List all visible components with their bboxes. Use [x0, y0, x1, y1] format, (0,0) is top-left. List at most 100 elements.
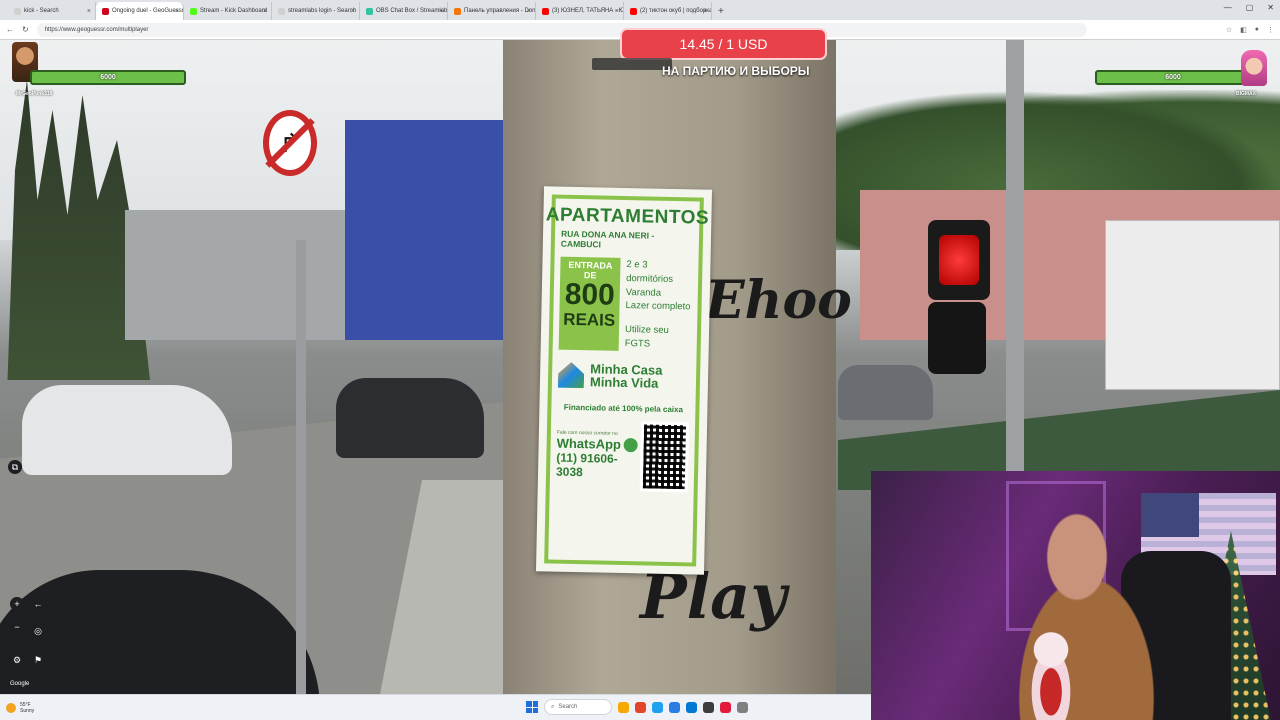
ticker-text: НА ПАРТИЮ И ВЫБОРЫ	[662, 64, 810, 78]
taskbar-app-icon[interactable]	[635, 701, 646, 713]
tab-label: (3) ЮЗНЕЛ, ТАТЬЯНА - ЮНОСТЬ В...	[552, 8, 623, 14]
poster-phone: (11) 91606-3038	[555, 450, 618, 480]
back-arrow-icon[interactable]: ←	[6, 25, 14, 34]
browser-tab[interactable]: Ongoing duel - GeoGuessr ×	[96, 2, 184, 20]
taskbar-app-icon[interactable]	[737, 701, 748, 713]
apartment-poster: APARTAMENTOS RUA DONA ANA NERI - CAMBUCI…	[535, 186, 713, 575]
close-window-button[interactable]: ✕	[1267, 3, 1274, 12]
maximize-button[interactable]: ▢	[1246, 3, 1254, 12]
player-left-name: MrGeoPunk318	[16, 91, 53, 97]
player-left-health: 6000	[30, 70, 186, 85]
star-icon[interactable]: ☆	[1226, 26, 1232, 34]
tab-favicon-icon	[190, 7, 197, 15]
tab-close-icon[interactable]: ×	[439, 8, 443, 15]
health-bar-left: 6000	[30, 70, 186, 85]
poster-feature: Varanda	[625, 286, 662, 299]
poster-fgts: Utilize seu FGTS	[624, 324, 670, 350]
light-pole	[1006, 40, 1024, 480]
minimize-button[interactable]: —	[1224, 3, 1232, 12]
tab-label: (2) тиктон окуб | подборка моих...	[640, 8, 712, 14]
webcam-feed	[871, 471, 1280, 720]
poster-whatsapp: Fale com nosso corretor no WhatsApp (11)…	[556, 430, 641, 481]
layers-icon[interactable]: ⧉	[8, 460, 22, 474]
menu-icon[interactable]: ⋮	[1267, 26, 1274, 34]
browser-tab[interactable]: Stream - Kick Dashboard ×	[184, 2, 272, 20]
tab-list: kick - Search × Ongoing duel - GeoGuessr × S…	[8, 2, 712, 20]
tab-label: streamlabs login - Search	[288, 8, 357, 14]
back-button[interactable]: ←	[31, 597, 45, 611]
poster-title: APARTAMENTOS	[545, 204, 710, 229]
weather-desc: Sunny	[20, 707, 35, 714]
sun-icon	[6, 702, 16, 713]
tab-close-icon[interactable]: ×	[615, 8, 619, 15]
donation-banner: 14.45 / 1 USD	[620, 28, 827, 60]
tab-favicon-icon	[102, 7, 109, 15]
taskbar-app-icon[interactable]	[686, 701, 697, 713]
taskbar-app-icon[interactable]	[652, 701, 663, 713]
tab-close-icon[interactable]: ×	[351, 8, 355, 15]
poster-features: 2 e 3 dormitórios Varanda Lazer completo…	[625, 258, 693, 352]
weather-widget[interactable]: 55°F Sunny	[6, 702, 34, 714]
black-car	[336, 378, 484, 458]
player-right-avatar	[1241, 50, 1267, 86]
search-placeholder: Search	[558, 704, 578, 710]
poster-brand-text: Minha Casa Minha Vida	[590, 361, 663, 391]
house-logo-icon	[558, 362, 585, 389]
tab-favicon-icon	[366, 7, 373, 15]
poster-brand: Minha Casa Minha Vida	[558, 361, 691, 391]
sign-pole	[296, 240, 306, 694]
poster-price-box: ENTRADA DE 800 REAIS	[558, 256, 621, 351]
flag-icon[interactable]: ⚑	[31, 653, 45, 667]
tab-favicon-icon	[454, 7, 461, 15]
zoom-in-button[interactable]: +	[10, 597, 24, 611]
browser-tab[interactable]: (3) ЮЗНЕЛ, ТАТЬЯНА - ЮНОСТЬ В...×	[536, 2, 624, 20]
profile-icon[interactable]: ●	[1255, 26, 1259, 34]
tab-close-icon[interactable]: ×	[527, 8, 531, 15]
taskbar-app-icon[interactable]	[669, 701, 680, 713]
player-right-name: BIGMAX	[1236, 91, 1256, 97]
browser-tab[interactable]: (2) тиктон окуб | подборка моих...×	[624, 2, 712, 20]
tab-close-icon[interactable]: ×	[263, 8, 267, 15]
white-car	[22, 385, 232, 475]
poster-offer: ENTRADA DE 800 REAIS 2 e 3 dormitórios V…	[558, 256, 693, 352]
windows-start-icon[interactable]	[526, 701, 538, 713]
tab-close-icon[interactable]: ×	[87, 8, 91, 15]
poster-currency: REAIS	[563, 309, 616, 330]
plush-toy	[1021, 626, 1081, 720]
tab-close-icon[interactable]: ×	[703, 8, 707, 15]
window-controls: — ▢ ✕	[1224, 3, 1274, 12]
new-tab-button[interactable]: +	[712, 2, 730, 20]
tab-label: Stream - Kick Dashboard	[200, 8, 268, 14]
poster-financing: Financiado até 100% pela caixa	[563, 402, 684, 415]
browser-tab[interactable]: streamlabs login - Search ×	[272, 2, 360, 20]
weather-text: 55°F Sunny	[20, 702, 34, 714]
compass-icon[interactable]: ◎	[31, 624, 45, 638]
whatsapp-icon	[623, 437, 639, 453]
zoom-out-button[interactable]: −	[10, 620, 24, 634]
settings-gear-icon[interactable]: ⚙	[10, 653, 24, 667]
tab-label: kick - Search	[24, 8, 59, 14]
taskbar-search[interactable]: ⌕ Search	[544, 699, 612, 715]
toolbar-icons: ☆ ◧ ● ⋮	[1226, 26, 1274, 34]
tab-close-icon[interactable]: ×	[175, 8, 179, 15]
browser-tab[interactable]: Панель управления - DonationAlerts×	[448, 2, 536, 20]
pedestrian-signal-icon	[928, 220, 990, 300]
blue-building	[345, 120, 510, 340]
taskbar-app-icon[interactable]	[703, 701, 714, 713]
taskbar-app-icon[interactable]	[618, 701, 629, 713]
graffiti-tag: Ehoo	[705, 270, 852, 331]
browser-tab[interactable]: kick - Search ×	[8, 2, 96, 20]
reload-icon[interactable]: ↻	[22, 25, 29, 34]
browser-tab[interactable]: OBS Chat Box / Streamlabs ×	[360, 2, 448, 20]
taskbar-app-icon[interactable]	[720, 701, 731, 713]
browser-tab-bar: kick - Search × Ongoing duel - GeoGuessr × S…	[0, 0, 1280, 20]
url-field[interactable]: https://www.geoguessr.com/multiplayer	[36, 22, 1087, 37]
extensions-icon[interactable]: ◧	[1240, 26, 1247, 34]
poster-frame: APARTAMENTOS RUA DONA ANA NERI - CAMBUCI…	[544, 194, 709, 567]
poster-price: 800	[564, 277, 616, 312]
no-right-turn-sign-icon: ↱	[263, 110, 317, 176]
tab-favicon-icon	[542, 7, 549, 15]
pinned-apps	[618, 701, 748, 713]
poster-contact: Fale com nosso corretor no WhatsApp (11)…	[556, 419, 690, 493]
google-watermark: Google	[10, 681, 30, 687]
